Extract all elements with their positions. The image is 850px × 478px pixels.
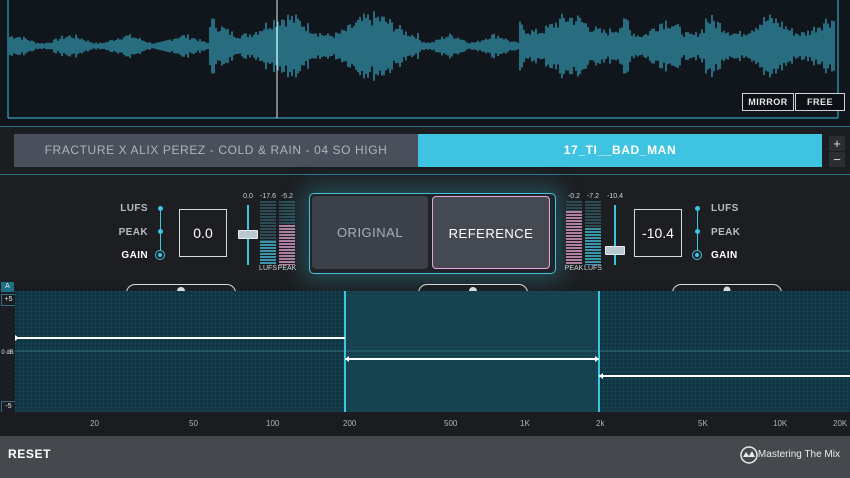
freq-tick: 500 [444,419,458,428]
right-slider-value: -10.4 [607,193,623,200]
reference-button[interactable]: REFERENCE [432,196,550,269]
right-mode-dot-lufs [695,206,700,211]
left-peak-meter-fill [279,225,295,265]
waveform-graphic [0,0,850,126]
right-meter-label-peak: PEAK [564,265,584,272]
eq-scale: A +5 0 dB -5 [0,282,16,413]
right-gain-radio[interactable] [692,250,702,260]
right-mode-gain[interactable]: GAIN [711,250,751,261]
original-button[interactable]: ORIGINAL [312,196,428,269]
right-meter-lufs-value: -7.2 [586,193,600,200]
left-mode-gain[interactable]: GAIN [110,250,148,261]
freq-tick: 20 [90,419,99,428]
right-lufs-meter-fill [585,227,601,265]
remove-track-button[interactable]: − [829,152,845,167]
eq-top-label: +5 [1,294,16,306]
mirror-button[interactable]: MIRROR [742,93,794,111]
left-meter-label-peak: PEAK [277,265,297,272]
freq-tick: 200 [343,419,357,428]
freq-tick: 10K [773,419,788,428]
left-gain-slider-handle[interactable] [238,230,258,239]
brand-logo-icon [740,446,758,469]
eq-display[interactable] [15,291,850,412]
left-mode-dot-lufs [158,206,163,211]
right-mode-lufs[interactable]: LUFS [711,203,751,214]
right-mode-peak[interactable]: PEAK [711,227,751,238]
right-meter-label-lufs: LUFS [584,265,602,272]
brand-name: Mastering The Mix [757,449,840,460]
right-gain-slider-track[interactable] [614,205,616,265]
eq-graph [15,291,850,412]
reference-track-tab[interactable]: 17_TI__BAD_MAN [418,134,822,167]
footer-bar: RESET Mastering The Mix [0,436,850,478]
left-lufs-meter [260,201,276,265]
left-meter-peak-value: -5.2 [280,193,294,200]
freq-tick: 1K [520,419,530,428]
freq-tick: 5K [698,419,708,428]
left-peak-meter [279,201,295,265]
right-peak-meter-fill [566,210,582,265]
left-meter-label-lufs: LUFS [259,265,277,272]
free-button[interactable]: FREE [795,93,845,111]
add-track-button[interactable]: + [829,136,845,151]
left-mode-peak[interactable]: PEAK [110,227,148,238]
frequency-axis: 20 50 100 200 500 1K 2k 5K 10K 20K [0,412,850,436]
freq-tick: 20K [833,419,848,428]
eq-badge-a[interactable]: A [1,282,14,292]
freq-tick: 50 [189,419,198,428]
ab-switch: ORIGINAL REFERENCE [309,193,556,274]
eq-zero-label: 0 dB [1,350,14,356]
right-meter-peak-value: -0.2 [567,193,581,200]
left-meter-lufs-value: -17.6 [260,193,276,200]
left-lufs-meter-fill [260,240,276,265]
left-gain-value[interactable]: 0.0 [179,209,227,257]
right-lufs-meter [585,201,601,265]
left-mode-dot-peak [158,229,163,234]
right-mode-dot-peak [695,229,700,234]
left-slider-value: 0.0 [243,193,253,200]
freq-tick: 2k [596,419,605,428]
right-gain-value[interactable]: -10.4 [634,209,682,257]
right-gain-slider-handle[interactable] [605,246,625,255]
left-mode-lufs[interactable]: LUFS [110,203,148,214]
left-gain-radio[interactable] [155,250,165,260]
right-peak-meter [566,201,582,265]
reset-button[interactable]: RESET [8,447,51,461]
original-track-tab[interactable]: FRACTURE X ALIX PEREZ - COLD & RAIN - 04… [14,134,418,167]
waveform-display[interactable]: MIRROR FREE [0,0,850,126]
freq-tick: 100 [266,419,280,428]
